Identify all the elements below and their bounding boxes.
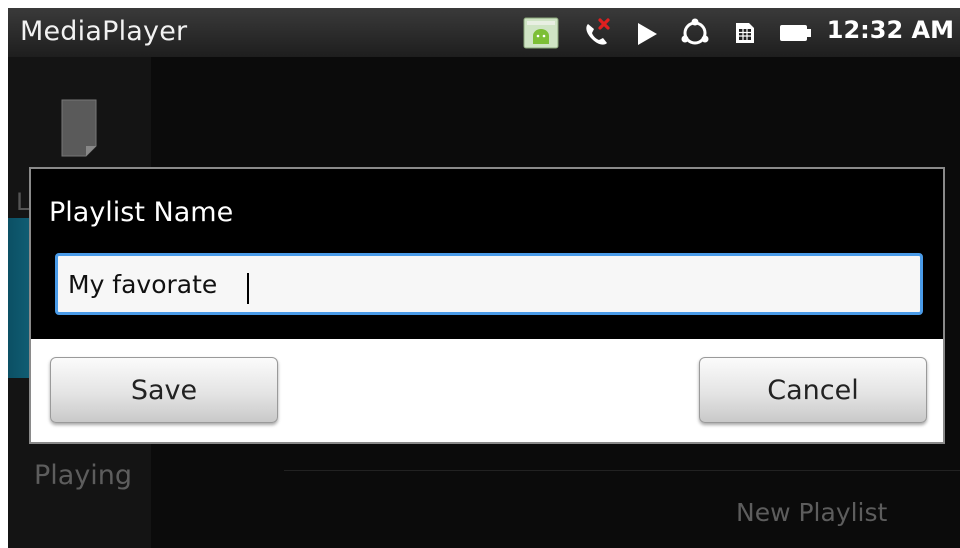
text-caret (247, 273, 249, 304)
android-notification-icon[interactable] (523, 17, 559, 49)
divider (284, 470, 960, 471)
dialog-title: Playlist Name (49, 197, 234, 228)
dialog-button-bar: Save Cancel (31, 339, 943, 442)
app-title: MediaPlayer (20, 16, 188, 47)
sidebar-partial-label: L (16, 188, 30, 216)
play-icon (638, 23, 657, 45)
battery-icon (780, 25, 811, 41)
new-playlist-item[interactable]: New Playlist (736, 498, 887, 527)
sync-icon (681, 18, 709, 45)
status-bar: MediaPlayer 12:32 AM (8, 8, 960, 57)
sidebar-item-playing[interactable]: Playing (34, 460, 132, 491)
file-icon (61, 99, 97, 157)
device-screen: MediaPlayer 12:32 AM L Playing New Playl… (8, 8, 960, 548)
playlist-name-input[interactable] (55, 253, 923, 315)
playlist-name-dialog: Playlist Name Save Cancel (29, 167, 945, 444)
save-button[interactable]: Save (50, 357, 278, 423)
status-clock: 12:32 AM (826, 16, 954, 44)
sim-card-icon (736, 23, 754, 43)
cancel-button[interactable]: Cancel (699, 357, 927, 423)
missed-call-icon (586, 18, 610, 45)
